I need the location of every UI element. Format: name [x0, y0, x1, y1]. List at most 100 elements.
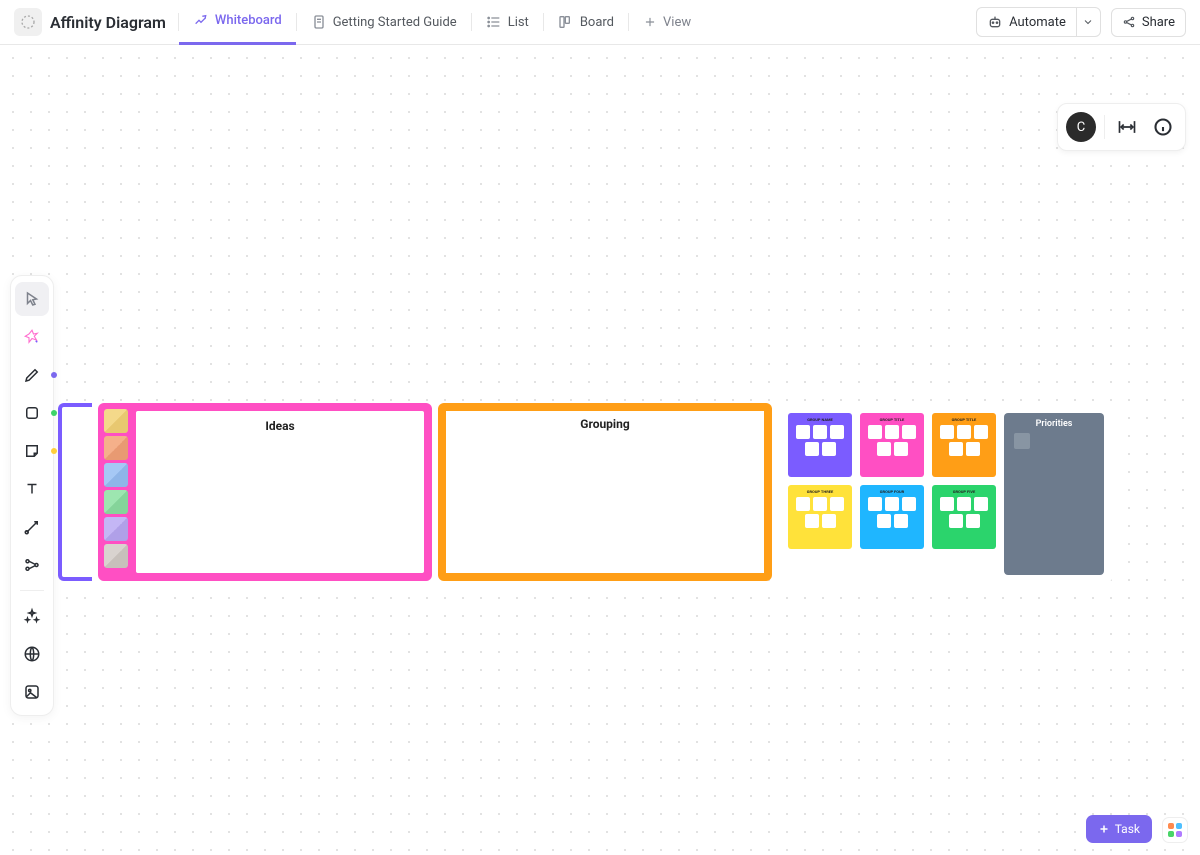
tab-guide[interactable]: Getting Started Guide: [297, 0, 471, 45]
group-card[interactable]: GROUP TITLE: [860, 413, 924, 477]
automate-label: Automate: [1009, 15, 1066, 30]
shape-tool[interactable]: [15, 396, 49, 430]
group-card[interactable]: GROUP NAME: [788, 413, 852, 477]
tab-whiteboard[interactable]: Whiteboard: [179, 0, 296, 45]
tab-list[interactable]: List: [472, 0, 543, 45]
doc-settings-icon[interactable]: [14, 8, 42, 36]
grouping-frame[interactable]: Grouping: [438, 403, 772, 581]
card-title: GROUP TITLE: [880, 417, 905, 422]
ideas-area[interactable]: Ideas: [134, 409, 426, 575]
card-title: GROUP FIVE: [953, 489, 975, 494]
doc-icon: [311, 14, 327, 30]
card-slots: [792, 425, 848, 456]
share-label: Share: [1142, 15, 1175, 30]
web-tool[interactable]: [15, 637, 49, 671]
card-slots: [864, 425, 920, 456]
connector-tool[interactable]: [15, 510, 49, 544]
card-title: GROUP THREE: [807, 489, 834, 494]
sparkle-icon: [23, 607, 41, 625]
sticky-icon: [23, 442, 41, 460]
card-slots: [864, 497, 920, 528]
priorities-title: Priorities: [1036, 419, 1073, 429]
text-icon: [23, 480, 41, 498]
group-card[interactable]: GROUP FOUR: [860, 485, 924, 549]
plus-icon: [643, 15, 657, 29]
automate-group: Automate: [976, 7, 1101, 37]
divider: [1104, 115, 1105, 139]
ai-tool[interactable]: [15, 320, 49, 354]
apps-button[interactable]: [1162, 817, 1188, 843]
color-palette: [104, 409, 128, 575]
globe-icon: [23, 645, 41, 663]
sticky-tool[interactable]: [15, 434, 49, 468]
color-chip[interactable]: [104, 544, 128, 568]
view-tabs: Whiteboard Getting Started Guide List Bo…: [178, 0, 705, 45]
info-button[interactable]: [1149, 113, 1177, 141]
automate-dropdown[interactable]: [1076, 8, 1100, 36]
color-dot-icon: [51, 410, 57, 416]
apps-icon: [1168, 823, 1182, 837]
task-label: Task: [1115, 822, 1140, 836]
square-icon: [23, 404, 41, 422]
share-icon: [1122, 15, 1136, 29]
tab-label: Board: [580, 15, 614, 30]
color-dot-icon: [51, 372, 57, 378]
tab-label: View: [663, 15, 691, 30]
text-tool[interactable]: [15, 472, 49, 506]
graph-icon: [23, 556, 41, 574]
graph-tool[interactable]: [15, 548, 49, 582]
priorities-panel[interactable]: Priorities: [1004, 413, 1104, 575]
priority-slot[interactable]: [1014, 433, 1030, 449]
select-tool[interactable]: [15, 282, 49, 316]
card-title: GROUP TITLE: [952, 417, 977, 422]
card-slots: [936, 425, 992, 456]
group-card[interactable]: GROUP THREE: [788, 485, 852, 549]
user-avatar[interactable]: C: [1066, 112, 1096, 142]
card-title: GROUP FOUR: [880, 489, 904, 494]
color-chip[interactable]: [104, 409, 128, 433]
color-chip[interactable]: [104, 463, 128, 487]
share-button[interactable]: Share: [1111, 8, 1186, 37]
header-left: Affinity Diagram Whiteboard Getting Star…: [14, 0, 968, 45]
fit-width-icon: [1117, 117, 1137, 137]
fit-width-button[interactable]: [1113, 113, 1141, 141]
new-task-button[interactable]: Task: [1086, 815, 1152, 843]
card-title: GROUP NAME: [807, 417, 833, 422]
whiteboard-canvas[interactable]: C: [0, 45, 1200, 855]
board-icon: [558, 14, 574, 30]
page-title[interactable]: Affinity Diagram: [50, 13, 166, 32]
groups-panel[interactable]: GROUP NAME GROUP TITLE GROUP TITLE GROUP…: [780, 405, 1112, 583]
group-card[interactable]: GROUP FIVE: [932, 485, 996, 549]
header-bar: Affinity Diagram Whiteboard Getting Star…: [0, 0, 1200, 45]
color-chip[interactable]: [104, 436, 128, 460]
automate-button[interactable]: Automate: [977, 8, 1076, 36]
image-tool[interactable]: [15, 675, 49, 709]
whiteboard-icon: [193, 13, 209, 29]
canvas-right-bar: C: [1057, 103, 1186, 151]
plus-icon: [1098, 823, 1110, 835]
magic-tool[interactable]: [15, 599, 49, 633]
tool-palette: [10, 275, 54, 716]
divider: [20, 590, 44, 591]
chevron-down-icon: [1082, 16, 1094, 28]
header-right: Automate Share: [976, 7, 1186, 37]
ideas-frame[interactable]: Ideas: [98, 403, 432, 581]
robot-icon: [987, 14, 1003, 30]
group-cards-grid: GROUP NAME GROUP TITLE GROUP TITLE GROUP…: [788, 413, 996, 575]
title-wrap: Affinity Diagram: [14, 8, 166, 36]
tab-board[interactable]: Board: [544, 0, 628, 45]
tab-add-view[interactable]: View: [629, 0, 705, 45]
ai-icon: [23, 328, 41, 346]
tab-label: Whiteboard: [215, 13, 282, 28]
info-icon: [1153, 117, 1173, 137]
tab-label: List: [508, 15, 529, 30]
color-chip[interactable]: [104, 517, 128, 541]
instructions-box[interactable]: [58, 403, 92, 581]
color-chip[interactable]: [104, 490, 128, 514]
list-icon: [486, 14, 502, 30]
group-card[interactable]: GROUP TITLE: [932, 413, 996, 477]
card-slots: [792, 497, 848, 528]
pen-tool[interactable]: [15, 358, 49, 392]
image-icon: [23, 683, 41, 701]
grouping-area[interactable]: Grouping: [446, 411, 764, 573]
